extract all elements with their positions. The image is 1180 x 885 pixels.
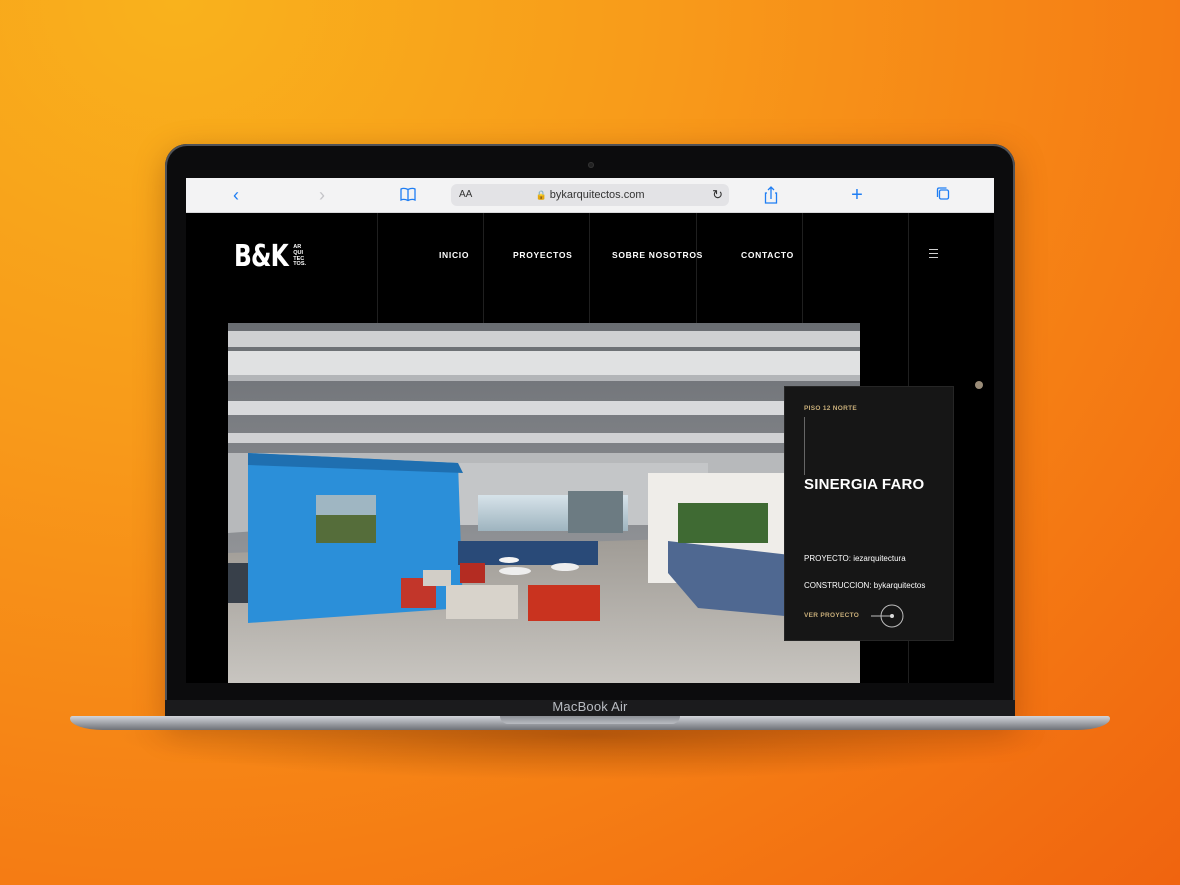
laptop-lid: ‹ › AA 🔒 bykarquitectos.com ↻ + B&K AR Q… <box>165 144 1015 722</box>
divider <box>804 417 805 475</box>
lock-icon: 🔒 <box>535 190 547 200</box>
reload-icon[interactable]: ↻ <box>712 184 723 206</box>
project-title: SINERGIA FARO <box>804 476 925 493</box>
nav-contacto[interactable]: CONTACTO <box>741 250 794 260</box>
view-project-link[interactable]: VER PROYECTO <box>804 612 859 619</box>
website: B&K AR QUI TEC TOS. INICIO PROYECTOS SOB… <box>186 213 994 683</box>
back-icon[interactable]: ‹ <box>224 178 248 212</box>
laptop-screen: ‹ › AA 🔒 bykarquitectos.com ↻ + B&K AR Q… <box>186 178 994 683</box>
project-subtitle: PISO 12 NORTE <box>804 405 858 412</box>
hero-image <box>228 323 860 683</box>
arrow-icon[interactable] <box>871 604 905 628</box>
nav-inicio[interactable]: INICIO <box>439 250 469 260</box>
bookmarks-icon[interactable] <box>396 178 420 212</box>
logo-subtext: AR QUI TEC TOS. <box>293 243 307 268</box>
url-text: 🔒 bykarquitectos.com <box>451 184 729 206</box>
url-label: bykarquitectos.com <box>549 189 645 201</box>
site-logo[interactable]: B&K AR QUI TEC TOS. <box>234 239 307 274</box>
address-bar[interactable]: AA 🔒 bykarquitectos.com ↻ <box>451 184 729 206</box>
browser-toolbar: ‹ › AA 🔒 bykarquitectos.com ↻ + <box>186 178 994 213</box>
tabs-icon[interactable] <box>931 178 955 212</box>
nav-proyectos[interactable]: PROYECTOS <box>513 250 573 260</box>
share-icon[interactable] <box>759 178 783 212</box>
laptop-base <box>70 716 1110 730</box>
new-tab-icon[interactable]: + <box>845 178 869 212</box>
project-builder: CONSTRUCCION: bykarquitectos <box>804 581 926 590</box>
camera-icon <box>588 162 594 168</box>
menu-icon[interactable] <box>929 249 938 261</box>
project-card: PISO 12 NORTE SINERGIA FARO PROYECTO: ie… <box>784 386 954 641</box>
forward-icon[interactable]: › <box>310 178 334 212</box>
project-architect: PROYECTO: iezarquitectura <box>804 554 906 563</box>
nav-sobre-nosotros[interactable]: SOBRE NOSOTROS <box>612 250 703 260</box>
slider-dot[interactable] <box>975 381 983 389</box>
device-label: MacBook Air <box>552 699 628 714</box>
logo-wordmark: B&K <box>234 239 289 274</box>
laptop-notch <box>500 716 680 724</box>
